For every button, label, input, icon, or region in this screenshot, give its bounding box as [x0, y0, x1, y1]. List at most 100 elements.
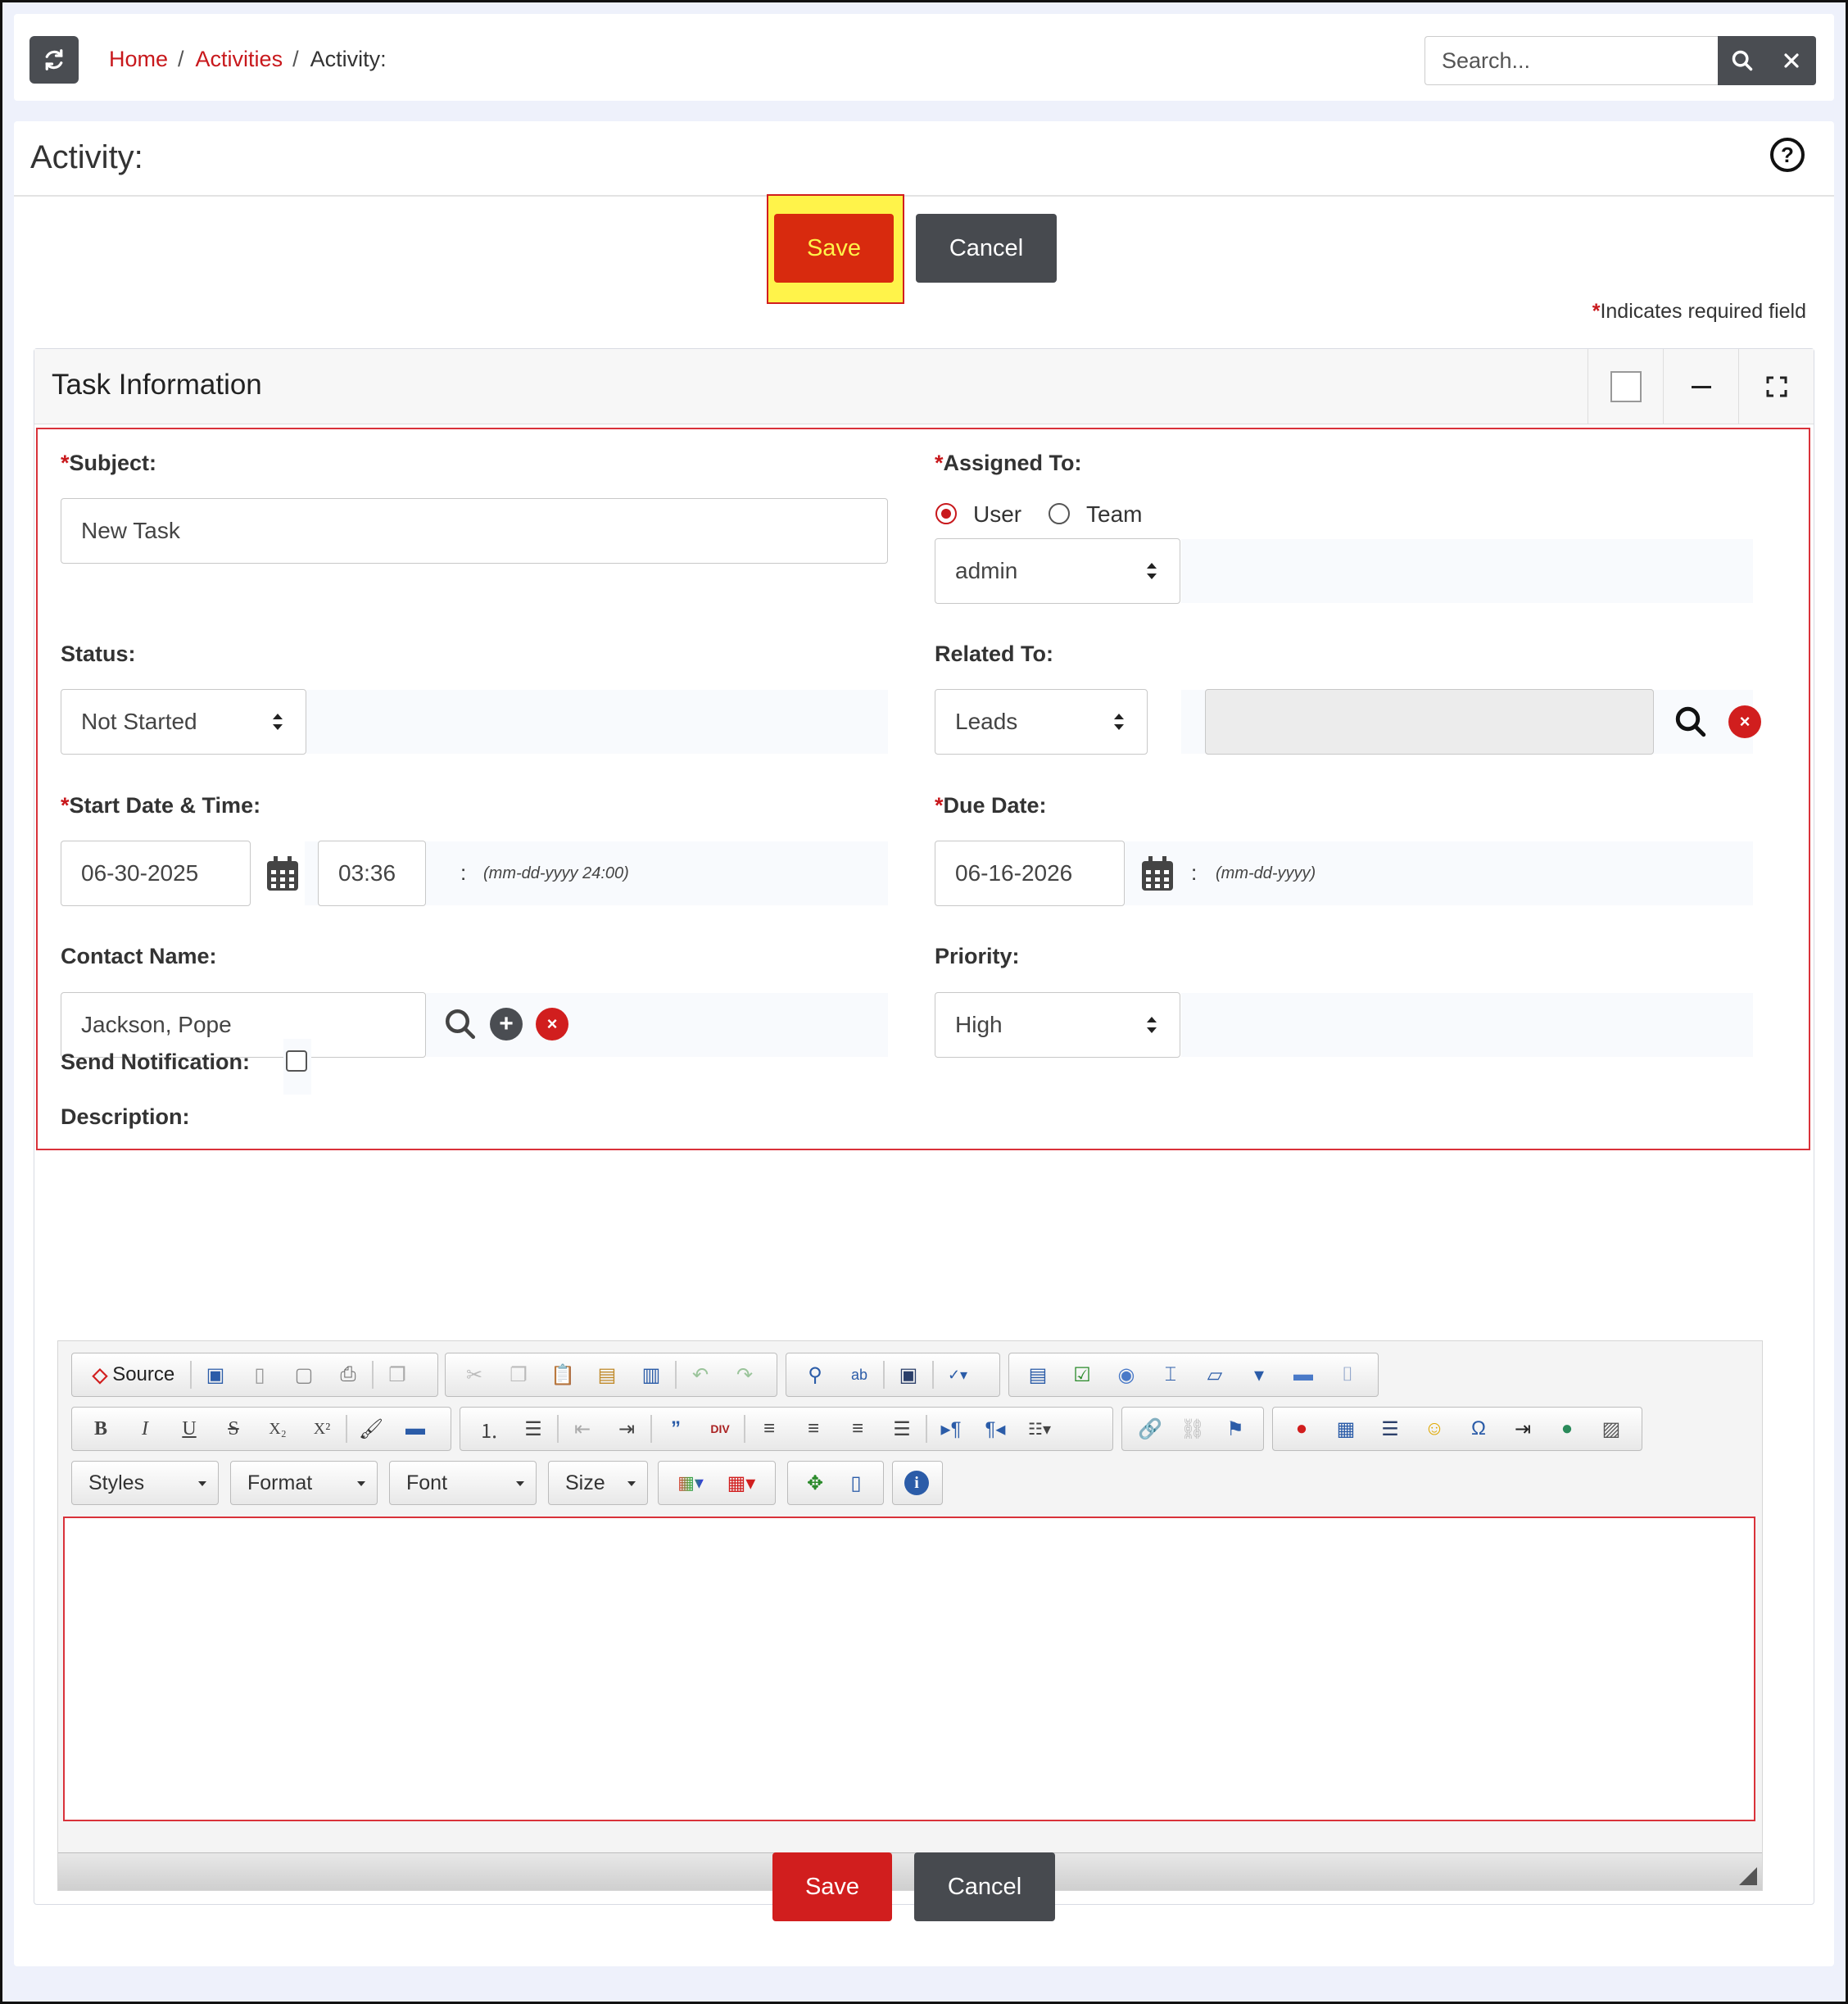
- description-textarea[interactable]: [63, 1517, 1755, 1821]
- refresh-button[interactable]: [29, 36, 79, 84]
- related-to-select[interactable]: Leads: [935, 689, 1148, 755]
- form-button[interactable]: ▤: [1016, 1358, 1060, 1391]
- align-right-button[interactable]: ≡: [836, 1412, 880, 1445]
- table-picker-button[interactable]: ▦▾: [716, 1467, 767, 1499]
- start-time-input[interactable]: 03:36: [318, 841, 426, 906]
- image-button[interactable]: ▨: [1589, 1412, 1633, 1445]
- cut-button[interactable]: ✂: [452, 1358, 496, 1391]
- page-break-button[interactable]: ⇥: [1501, 1412, 1545, 1445]
- bullet-list-button[interactable]: ☰: [511, 1412, 555, 1445]
- outdent-button[interactable]: ⇤: [560, 1412, 605, 1445]
- resize-handle-icon[interactable]: [1739, 1867, 1757, 1885]
- format-combo[interactable]: Format: [230, 1461, 378, 1505]
- breadcrumb-home-link[interactable]: Home: [109, 47, 168, 72]
- copy-button[interactable]: ❐: [496, 1358, 541, 1391]
- save-button-top[interactable]: Save: [774, 214, 894, 283]
- hidden-field-button[interactable]: ⌷: [1325, 1358, 1370, 1391]
- spellcheck-button[interactable]: ✓▾: [935, 1358, 980, 1391]
- priority-select[interactable]: High: [935, 992, 1180, 1058]
- redo-button[interactable]: ↷: [722, 1358, 767, 1391]
- unlink-button[interactable]: ⛓: [1171, 1412, 1214, 1445]
- special-char-button[interactable]: Ω: [1456, 1412, 1501, 1445]
- superscript-button[interactable]: X²: [300, 1412, 344, 1445]
- clear-search-button[interactable]: [1767, 36, 1816, 85]
- iframe-button[interactable]: ●: [1545, 1412, 1589, 1445]
- anchor-button[interactable]: ⚑: [1214, 1412, 1257, 1445]
- text-field-button[interactable]: ⌶: [1148, 1358, 1193, 1391]
- undo-button[interactable]: ↶: [678, 1358, 722, 1391]
- underline-button[interactable]: U: [167, 1412, 211, 1445]
- search-input[interactable]: [1424, 36, 1718, 85]
- expand-panel-button[interactable]: [1738, 349, 1814, 424]
- cancel-button-top[interactable]: Cancel: [916, 214, 1057, 283]
- rtl-button[interactable]: ¶◂: [973, 1412, 1017, 1445]
- italic-button[interactable]: I: [123, 1412, 167, 1445]
- align-left-button[interactable]: ≡: [747, 1412, 791, 1445]
- language-button[interactable]: ☷▾: [1017, 1412, 1062, 1445]
- table-button[interactable]: ▦: [1324, 1412, 1368, 1445]
- font-combo[interactable]: Font: [389, 1461, 537, 1505]
- assigned-user-select[interactable]: admin: [935, 538, 1180, 604]
- collapse-panel-button[interactable]: [1663, 349, 1738, 424]
- textarea-button[interactable]: ▱: [1193, 1358, 1237, 1391]
- flash-button[interactable]: ●: [1280, 1412, 1324, 1445]
- save-doc-button[interactable]: ▣: [193, 1358, 238, 1391]
- smiley-button[interactable]: ☺: [1412, 1412, 1456, 1445]
- select-panel-checkbox[interactable]: [1588, 349, 1663, 424]
- contact-name-input[interactable]: Jackson, Pope: [61, 992, 426, 1058]
- related-search-button[interactable]: [1673, 704, 1709, 740]
- templates-button[interactable]: ❐: [375, 1358, 419, 1391]
- copy-format-button[interactable]: 🖌: [349, 1412, 393, 1445]
- select-field-button[interactable]: ▾: [1237, 1358, 1281, 1391]
- numbered-list-button[interactable]: ⒈: [467, 1412, 511, 1445]
- blockquote-button[interactable]: ”: [654, 1412, 698, 1445]
- start-date-input[interactable]: 06-30-2025: [61, 841, 251, 906]
- contact-search-button[interactable]: [442, 1006, 478, 1042]
- assigned-user-radio[interactable]: [935, 503, 957, 524]
- save-button-bottom[interactable]: Save: [772, 1852, 892, 1921]
- about-button[interactable]: i: [896, 1467, 937, 1499]
- align-center-button[interactable]: ≡: [791, 1412, 836, 1445]
- ltr-button[interactable]: ▸¶: [929, 1412, 973, 1445]
- preview-button[interactable]: ▢: [282, 1358, 326, 1391]
- new-page-button[interactable]: ▯: [238, 1358, 282, 1391]
- source-button[interactable]: ◇ Source: [79, 1358, 188, 1391]
- cancel-button-bottom[interactable]: Cancel: [914, 1852, 1055, 1921]
- start-date-picker-button[interactable]: [264, 855, 301, 893]
- bold-button[interactable]: B: [79, 1412, 123, 1445]
- paste-text-button[interactable]: ▤: [585, 1358, 629, 1391]
- send-notification-checkbox[interactable]: [286, 1050, 307, 1072]
- horizontal-rule-button[interactable]: ☰: [1368, 1412, 1412, 1445]
- subscript-button[interactable]: X₂: [256, 1412, 300, 1445]
- due-date-input[interactable]: 06-16-2026: [935, 841, 1125, 906]
- remove-format-button[interactable]: ▬: [393, 1412, 437, 1445]
- strike-button[interactable]: S: [211, 1412, 256, 1445]
- justify-button[interactable]: ☰: [880, 1412, 924, 1445]
- size-combo[interactable]: Size: [548, 1461, 648, 1505]
- assigned-team-radio[interactable]: [1049, 503, 1070, 524]
- checkbox-button[interactable]: ☑: [1060, 1358, 1104, 1391]
- select-all-button[interactable]: ▣: [886, 1358, 931, 1391]
- link-button[interactable]: 🔗: [1129, 1412, 1171, 1445]
- div-button[interactable]: DIV: [698, 1412, 742, 1445]
- show-blocks-button[interactable]: ▯: [836, 1467, 876, 1499]
- radio-button[interactable]: ◉: [1104, 1358, 1148, 1391]
- styles-combo[interactable]: Styles: [71, 1461, 219, 1505]
- paste-word-button[interactable]: ▥: [629, 1358, 673, 1391]
- replace-button[interactable]: ab: [837, 1358, 881, 1391]
- help-icon[interactable]: ?: [1770, 138, 1805, 172]
- find-button[interactable]: ⚲: [793, 1358, 837, 1391]
- breadcrumb-activities-link[interactable]: Activities: [196, 47, 283, 72]
- maximize-button[interactable]: ✥: [795, 1467, 836, 1499]
- status-select[interactable]: Not Started: [61, 689, 306, 755]
- related-clear-button[interactable]: ×: [1728, 705, 1761, 738]
- button-field-button[interactable]: ▬: [1281, 1358, 1325, 1391]
- text-color-button[interactable]: ▦▾: [665, 1467, 716, 1499]
- add-contact-button[interactable]: +: [490, 1008, 523, 1041]
- search-button[interactable]: [1718, 36, 1767, 85]
- due-date-picker-button[interactable]: [1139, 855, 1176, 893]
- subject-input[interactable]: New Task: [61, 498, 888, 564]
- print-button[interactable]: ⎙: [326, 1358, 370, 1391]
- indent-button[interactable]: ⇥: [605, 1412, 649, 1445]
- clear-contact-button[interactable]: ×: [536, 1008, 568, 1041]
